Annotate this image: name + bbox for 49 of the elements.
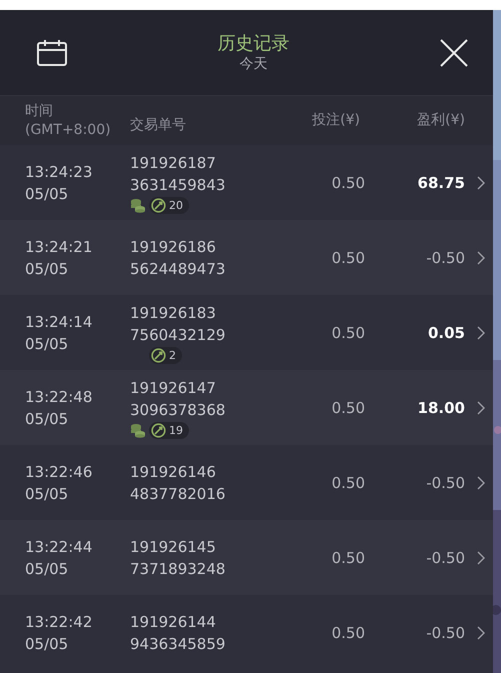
transaction-id: 191926186 5624489473 xyxy=(130,236,226,280)
transaction-id: 191926183 7560432129 xyxy=(130,302,226,346)
free-spins-badge: 19 xyxy=(149,422,189,438)
history-row[interactable]: 13:22:44 05/05 191926145 7371893248 0.50 -0.50 xyxy=(0,520,493,595)
history-row[interactable]: 13:24:21 05/05 191926186 5624489473 0.50 -0.50 xyxy=(0,220,493,295)
history-row[interactable]: 13:22:48 05/05 191926147 3096378368 19 0.50 18.00 xyxy=(0,370,493,445)
chevron-right-icon[interactable] xyxy=(477,400,485,414)
time-cell-text: 13:24:23 05/05 xyxy=(25,162,94,204)
date-filter-label: 今天 xyxy=(240,54,268,72)
time-cell-text: 13:24:21 05/05 xyxy=(25,236,94,280)
chevron-right-icon[interactable] xyxy=(477,626,485,640)
column-header: 时间 (GMT+8:00) xyxy=(25,102,112,140)
transaction-id: 191926145 7371893248 xyxy=(130,536,226,580)
chevron-right-icon[interactable] xyxy=(477,250,485,264)
page-title: 历史记录 xyxy=(218,32,290,54)
close-icon[interactable] xyxy=(439,38,469,68)
bet-amount: 0.50 xyxy=(330,248,365,266)
profit-amount: 18.00 xyxy=(416,398,465,416)
time-cell-text: 13:22:46 05/05 xyxy=(25,462,94,504)
bet-amount: 0.50 xyxy=(330,548,365,566)
profit-amount: -0.50 xyxy=(425,548,465,566)
time-cell-text: 13:22:42 05/05 xyxy=(25,612,94,654)
transaction-id: 191926146 4837782016 xyxy=(130,462,226,504)
transaction-id: 191926187 3631459843 xyxy=(130,152,226,196)
bet-amount: 0.50 xyxy=(330,474,365,492)
profit-amount: -0.50 xyxy=(425,248,465,266)
transaction-id: 191926144 9436345859 xyxy=(130,612,226,654)
column-header: 交易单号 xyxy=(130,116,187,135)
profit-amount: -0.50 xyxy=(425,624,465,642)
calendar-icon[interactable] xyxy=(36,38,68,66)
profit-amount: 0.05 xyxy=(426,324,465,342)
column-header: 投注(¥) xyxy=(311,111,360,130)
chevron-right-icon[interactable] xyxy=(477,476,485,490)
bet-amount: 0.50 xyxy=(330,624,365,642)
bet-amount: 0.50 xyxy=(330,174,365,192)
chevron-right-icon[interactable] xyxy=(477,326,485,340)
chevron-right-icon[interactable] xyxy=(477,550,485,564)
time-cell-text: 13:22:44 05/05 xyxy=(25,536,94,580)
column-header: 盈利(¥) xyxy=(416,111,465,130)
chevron-right-icon[interactable] xyxy=(477,176,485,190)
free-spins-badge: 2 xyxy=(149,346,182,364)
bet-amount: 0.50 xyxy=(330,324,365,342)
time-cell-text: 13:22:48 05/05 xyxy=(25,386,94,430)
profit-amount: -0.50 xyxy=(425,474,465,492)
bet-amount: 0.50 xyxy=(330,398,365,416)
transaction-id: 191926147 3096378368 xyxy=(130,378,226,420)
time-cell-text: 13:24:14 05/05 xyxy=(25,312,94,354)
profit-amount: 68.75 xyxy=(416,174,465,192)
free-spins-badge: 20 xyxy=(149,196,189,214)
